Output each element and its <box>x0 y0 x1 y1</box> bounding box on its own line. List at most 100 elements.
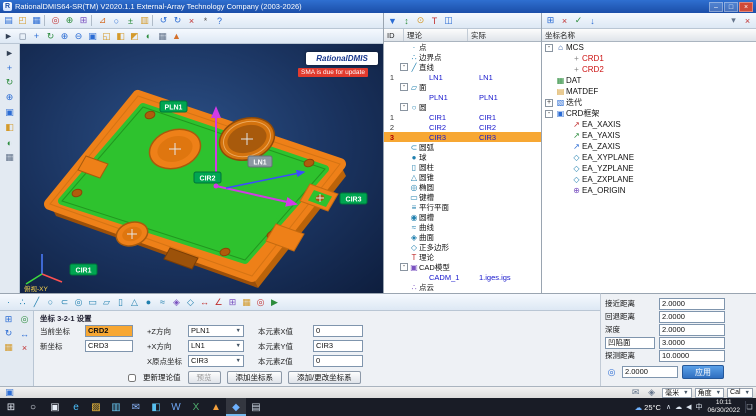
taskbar-clock[interactable]: 10:11 06/30/2022 <box>707 399 740 415</box>
unit-dropdown[interactable]: Cal▼ <box>727 388 753 398</box>
number-input[interactable]: 3.0000 <box>659 337 725 349</box>
element-icon[interactable]: ○ <box>110 14 123 27</box>
EA_ZXPLANE[interactable]: ◇ EA_ZXPLANE <box>542 174 756 185</box>
search-button[interactable]: ○ <box>22 398 44 416</box>
EA_XYPLANE[interactable]: ◇ EA_XYPLANE <box>542 152 756 163</box>
zoom-in-icon[interactable]: ⊕ <box>58 30 71 43</box>
file-explorer-icon[interactable]: ▨ <box>86 398 106 416</box>
coord-save-icon[interactable]: ▦ <box>2 341 15 354</box>
球[interactable]: ● 球 <box>384 152 541 162</box>
rotate-view-icon[interactable]: ↻ <box>44 30 57 43</box>
construct-curve-icon[interactable]: ≈ <box>156 296 169 309</box>
迭代[interactable]: + ▧ 迭代 <box>542 97 756 108</box>
DAT[interactable]: ▦ DAT <box>542 75 756 86</box>
view-iso-icon[interactable]: ◩ <box>128 30 141 43</box>
dropdown-select[interactable]: LN1▼ <box>188 340 244 352</box>
report-icon[interactable]: ▥ <box>138 14 151 27</box>
unit-dropdown[interactable]: 角度▼ <box>695 388 724 398</box>
update-nominal-checkbox[interactable] <box>128 374 136 382</box>
CRD1[interactable]: + CRD1 <box>542 53 756 64</box>
CIR3[interactable]: 3 CIR3 CIR3 <box>384 132 541 142</box>
coordinate-icon[interactable]: ⊞ <box>77 14 90 27</box>
dropdown-select[interactable]: CIR3▼ <box>188 355 244 367</box>
点云[interactable]: ∴ 点云 <box>384 282 541 292</box>
cad-view-icon[interactable]: ▲ <box>170 30 183 43</box>
点[interactable]: · 点 <box>384 42 541 52</box>
PLN1[interactable]: PLN1 PLN1 <box>384 92 541 102</box>
photos-icon[interactable]: ◧ <box>146 398 166 416</box>
coord-delete-icon[interactable]: × <box>18 341 31 354</box>
zoom-out-icon[interactable]: ⊖ <box>72 30 85 43</box>
probe-mode-icon[interactable]: ◎ <box>254 296 267 309</box>
pan-tool-icon[interactable]: + <box>3 61 16 74</box>
run-program-icon[interactable]: ▶ <box>268 296 281 309</box>
coord-rotate-icon[interactable]: ↻ <box>2 327 15 340</box>
rationaldmis-app-icon[interactable]: ◆ <box>226 398 246 416</box>
header-actual[interactable]: 实际 <box>468 29 541 41</box>
pattern-icon[interactable]: ▦ <box>240 296 253 309</box>
separator[interactable] <box>44 15 48 26</box>
select-cursor-icon[interactable]: ► <box>2 30 15 43</box>
椭圆[interactable]: ◎ 椭圆 <box>384 182 541 192</box>
word-icon[interactable]: W <box>166 398 186 416</box>
start-button[interactable]: ⊞ <box>0 398 22 416</box>
window-select-icon[interactable]: ◻ <box>16 30 29 43</box>
header-id[interactable]: ID <box>384 29 404 41</box>
ime-icon[interactable]: 中 <box>695 402 702 412</box>
面[interactable]: - ▱ 面 <box>384 82 541 92</box>
construct-plane-icon[interactable]: ▱ <box>100 296 113 309</box>
label-cir3[interactable]: CIR3 <box>340 193 367 204</box>
separator[interactable] <box>91 15 95 26</box>
measure-angle-icon[interactable]: ∠ <box>212 296 225 309</box>
text-input[interactable]: CIR3 <box>313 340 363 352</box>
圆槽[interactable]: ◉ 圆槽 <box>384 212 541 222</box>
键槽[interactable]: ▭ 键槽 <box>384 192 541 202</box>
redo-icon[interactable]: ↻ <box>171 14 184 27</box>
CAD模型[interactable]: - ▣ CAD模型 <box>384 262 541 272</box>
apply-button[interactable]: 应用 <box>682 365 724 379</box>
construct-polygon-icon[interactable]: ◇ <box>184 296 197 309</box>
maximize-button[interactable]: □ <box>724 2 738 12</box>
probe-icon[interactable]: ◎ <box>49 14 62 27</box>
coord-align-icon[interactable]: ◎ <box>18 313 31 326</box>
construct-circle-icon[interactable]: ○ <box>44 296 57 309</box>
mail-icon[interactable]: ✉ <box>126 398 146 416</box>
3d-viewport[interactable]: PLN1 CIR2 LN1 CIR3 CIR1 俯视-XY RationalDM… <box>20 44 383 293</box>
task-view-button[interactable]: ▣ <box>44 398 66 416</box>
weather-widget[interactable]: ☁ 25°C <box>635 403 661 412</box>
cad-app-icon[interactable]: ▲ <box>206 398 226 416</box>
EA_YZPLANE[interactable]: ◇ EA_YZPLANE <box>542 163 756 174</box>
construct-boundary-icon[interactable]: ∴ <box>16 296 29 309</box>
panel-close-icon[interactable]: × <box>741 14 754 27</box>
圆[interactable]: - ○ 圆 <box>384 102 541 112</box>
minimize-button[interactable]: – <box>709 2 723 12</box>
feature-label-icon[interactable]: T <box>428 14 441 27</box>
number-input[interactable]: 2.0000 <box>659 298 725 310</box>
圆锥[interactable]: △ 圆锥 <box>384 172 541 182</box>
coord-translate-icon[interactable]: ↔ <box>18 327 31 340</box>
3d-scene[interactable]: PLN1 CIR2 LN1 CIR3 CIR1 俯视-XY <box>20 44 383 293</box>
onedrive-icon[interactable]: ☁ <box>675 403 682 411</box>
tolerance-icon[interactable]: ± <box>124 14 137 27</box>
feature-filter-icon[interactable]: ▼ <box>386 14 399 27</box>
正多边形[interactable]: ◇ 正多边形 <box>384 242 541 252</box>
CIR2[interactable]: 2 CIR2 CIR2 <box>384 122 541 132</box>
coord-new-icon[interactable]: ⊞ <box>544 14 557 27</box>
separator[interactable] <box>152 15 156 26</box>
unit-dropdown[interactable]: 毫米▼ <box>662 388 691 398</box>
CADM_1[interactable]: CADM_1 1.iges.igs <box>384 272 541 282</box>
text-input[interactable]: CRD2 <box>85 325 133 337</box>
save-file-icon[interactable]: ▦ <box>30 14 43 27</box>
add-or-change-coordinate-button[interactable]: 添加/更改坐标系 <box>288 371 361 384</box>
preview-button[interactable]: 预览 <box>188 371 221 384</box>
construct-surface-icon[interactable]: ◈ <box>170 296 183 309</box>
直线[interactable]: - ╱ 直线 <box>384 62 541 72</box>
number-input[interactable]: 2.0000 <box>659 324 725 336</box>
曲面[interactable]: ◈ 曲面 <box>384 232 541 242</box>
close-button[interactable]: × <box>739 2 753 12</box>
measure-distance-icon[interactable]: ↔ <box>198 296 211 309</box>
construct-cylinder-icon[interactable]: ▯ <box>114 296 127 309</box>
MCS[interactable]: - ⌂ MCS <box>542 42 756 53</box>
view-top-icon[interactable]: ◱ <box>100 30 113 43</box>
construct-sphere-icon[interactable]: ● <box>142 296 155 309</box>
